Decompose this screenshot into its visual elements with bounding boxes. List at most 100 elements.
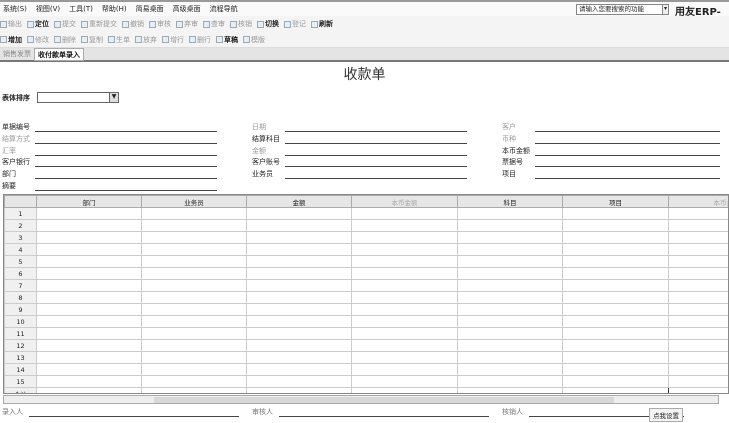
grid-cell[interactable] xyxy=(457,291,563,304)
toolbar-button[interactable]: 撤销 xyxy=(122,19,144,29)
field-input[interactable] xyxy=(535,170,720,179)
grid-cell[interactable] xyxy=(36,339,142,352)
toolbar-button[interactable]: 增行 xyxy=(162,35,184,45)
grid-cell[interactable] xyxy=(562,243,669,256)
grid-cell[interactable] xyxy=(668,351,728,364)
field-c2-1[interactable]: 结算科目 xyxy=(252,134,467,144)
grid-cell[interactable] xyxy=(36,303,142,316)
field-input[interactable] xyxy=(535,123,720,132)
field-input[interactable] xyxy=(35,158,217,167)
grid-cell[interactable] xyxy=(36,327,142,340)
grid-cell[interactable] xyxy=(141,243,247,256)
grid-cell[interactable] xyxy=(668,255,728,268)
grid-cell[interactable] xyxy=(351,363,458,376)
grid-cell[interactable] xyxy=(562,267,669,280)
field-input[interactable] xyxy=(35,135,217,144)
grid-cell[interactable] xyxy=(246,339,352,352)
table-row[interactable]: 5 xyxy=(4,255,728,268)
grid-cell[interactable] xyxy=(668,339,728,352)
grid-cell[interactable] xyxy=(246,315,352,328)
grid-cell[interactable] xyxy=(457,375,563,388)
table-row[interactable]: 3 xyxy=(4,231,728,244)
grid-cell[interactable] xyxy=(141,351,247,364)
grid-cell[interactable] xyxy=(457,231,563,244)
grid-cell[interactable] xyxy=(668,375,728,388)
grid-cell[interactable] xyxy=(668,243,728,256)
grid-cell[interactable] xyxy=(141,207,247,220)
toolbar-button[interactable]: 放弃 xyxy=(135,35,157,45)
field-input[interactable] xyxy=(285,135,467,144)
table-row[interactable]: 6 xyxy=(4,267,728,280)
grid-cell[interactable] xyxy=(36,219,142,232)
table-row[interactable]: 1 xyxy=(4,207,728,220)
table-row[interactable]: 11 xyxy=(4,327,728,340)
grid-cell[interactable] xyxy=(457,255,563,268)
column-header[interactable]: 金额 xyxy=(246,195,352,208)
grid-cell[interactable] xyxy=(246,291,352,304)
toolbar-button[interactable]: 弃审 xyxy=(176,19,198,29)
grid-cell[interactable] xyxy=(141,291,247,304)
grid-cell[interactable] xyxy=(351,315,458,328)
menu-item[interactable]: 视图(V) xyxy=(36,4,60,14)
grid-cell[interactable] xyxy=(141,219,247,232)
grid-cell[interactable] xyxy=(562,339,669,352)
grid-cell[interactable] xyxy=(457,303,563,316)
grid-cell[interactable] xyxy=(36,279,142,292)
grid-cell[interactable] xyxy=(668,231,728,244)
menu-item[interactable]: 工具(T) xyxy=(69,4,93,14)
grid-cell[interactable] xyxy=(246,351,352,364)
sort-select[interactable]: ▼ xyxy=(37,92,119,103)
grid-cell[interactable] xyxy=(562,375,669,388)
column-header[interactable]: 科目 xyxy=(457,195,563,208)
grid-cell[interactable] xyxy=(36,375,142,388)
field-input[interactable] xyxy=(285,170,467,179)
grid-cell[interactable] xyxy=(141,231,247,244)
toolbar-button[interactable]: 重新提交 xyxy=(81,19,117,29)
table-row[interactable]: 4 xyxy=(4,243,728,256)
tab[interactable]: 收付款单录入 xyxy=(34,47,84,61)
grid-cell[interactable] xyxy=(457,207,563,220)
grid-cell[interactable] xyxy=(141,375,247,388)
field-c1-3[interactable]: 客户银行 xyxy=(2,157,217,167)
table-row[interactable]: 14 xyxy=(4,363,728,376)
grid-cell[interactable] xyxy=(246,327,352,340)
grid-cell[interactable] xyxy=(457,279,563,292)
grid-cell[interactable] xyxy=(246,279,352,292)
grid-cell[interactable] xyxy=(562,219,669,232)
grid-cell[interactable] xyxy=(351,207,458,220)
grid-cell[interactable] xyxy=(351,339,458,352)
table-row[interactable]: 12 xyxy=(4,339,728,352)
menu-item[interactable]: 简易桌面 xyxy=(136,4,164,14)
field-c3-0[interactable]: 客户 xyxy=(502,122,720,132)
field-c2-0[interactable]: 日期 xyxy=(252,122,467,132)
toolbar-button[interactable]: 输出 xyxy=(0,19,22,29)
field-c3-3[interactable]: 票据号 xyxy=(502,157,720,167)
grid-cell[interactable] xyxy=(246,219,352,232)
field-input[interactable] xyxy=(285,147,467,156)
toolbar-button[interactable]: 审核 xyxy=(149,19,171,29)
toolbar-button[interactable]: 切换 xyxy=(257,19,279,29)
field-input[interactable] xyxy=(35,147,217,156)
grid-cell[interactable] xyxy=(351,351,458,364)
grid-cell[interactable] xyxy=(141,315,247,328)
search-dropdown-button[interactable]: ▾ xyxy=(662,4,669,15)
field-c3-2[interactable]: 本币金额 xyxy=(502,146,720,156)
grid-cell[interactable] xyxy=(36,351,142,364)
grid-cell[interactable] xyxy=(351,279,458,292)
grid-cell[interactable] xyxy=(457,339,563,352)
grid-cell[interactable] xyxy=(141,303,247,316)
grid-cell[interactable] xyxy=(668,327,728,340)
grid-cell[interactable] xyxy=(562,255,669,268)
field-c3-4[interactable]: 项目 xyxy=(502,169,720,179)
field-input[interactable] xyxy=(35,170,217,179)
field-input[interactable] xyxy=(285,158,467,167)
grid-cell[interactable] xyxy=(141,279,247,292)
grid-cell[interactable] xyxy=(668,267,728,280)
grid-cell[interactable] xyxy=(36,363,142,376)
field-c3-1[interactable]: 币种 xyxy=(502,134,720,144)
grid-cell[interactable] xyxy=(457,315,563,328)
menu-item[interactable]: 流程导航 xyxy=(210,4,238,14)
field-c1-1[interactable]: 结算方式 xyxy=(2,134,217,144)
table-row[interactable]: 8 xyxy=(4,291,728,304)
grid-cell[interactable] xyxy=(351,327,458,340)
